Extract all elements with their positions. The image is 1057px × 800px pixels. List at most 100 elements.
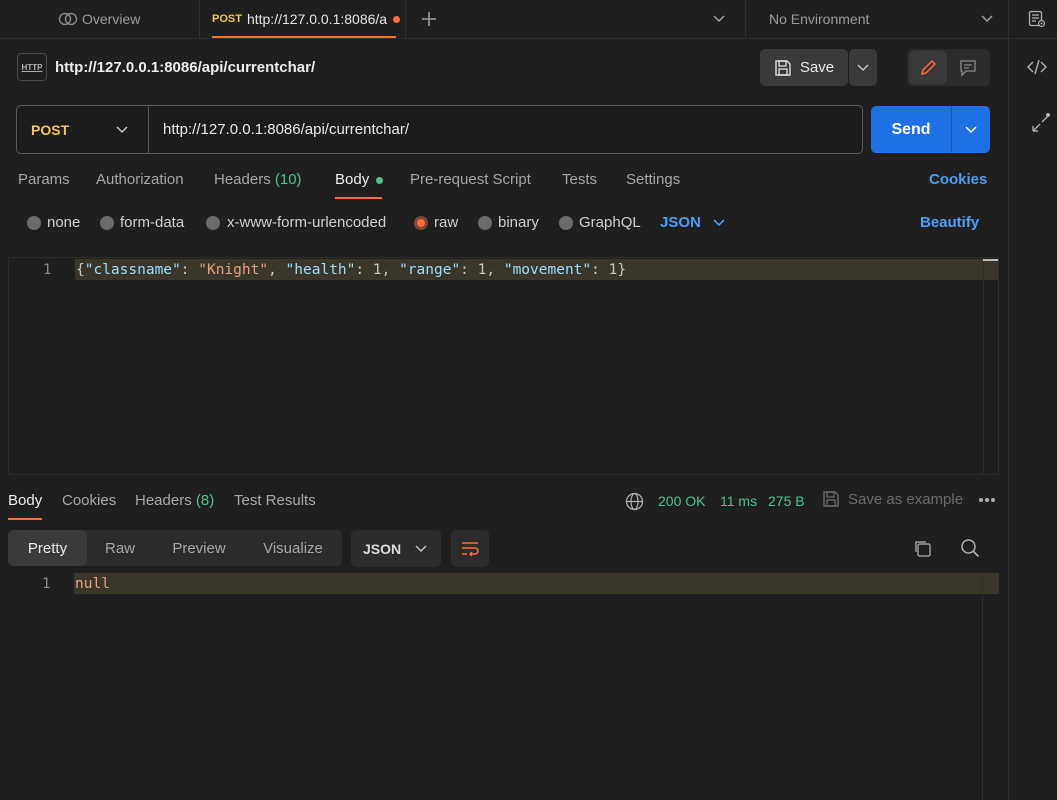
pencil-icon [919,59,937,77]
tab-authorization[interactable]: Authorization [96,171,184,188]
comments-button[interactable] [949,51,987,84]
view-visualize[interactable]: Visualize [245,530,341,566]
radio-none-label: none [47,214,81,231]
chevron-down-icon [981,15,993,23]
response-body-viewer[interactable]: 1 null [8,572,999,800]
radio-graphql-label: GraphQL [579,214,641,231]
cookies-link[interactable]: Cookies [929,171,987,188]
edit-mode-button[interactable] [909,51,947,84]
response-format-label: JSON [363,540,402,557]
tab-overview[interactable]: Overview [58,0,140,38]
search-icon[interactable] [960,538,980,558]
method-label: POST [31,121,70,138]
tab-body-label: Body [335,171,370,188]
http-request-icon: HTTP [17,53,47,81]
method-selector[interactable]: POST [17,106,149,153]
view-preview[interactable]: Preview [153,530,245,566]
overview-icon [58,12,78,26]
environment-eye-icon [1028,10,1046,28]
response-tab-cookies[interactable]: Cookies [62,492,116,509]
radio-raw[interactable] [414,216,428,230]
chevron-down-icon [713,218,725,227]
response-tab-body[interactable]: Body [8,492,42,509]
tab-headers-count: (10) [274,171,302,188]
radio-binary-label: binary [498,214,539,231]
comment-icon [959,59,977,77]
tabs-dropdown-button[interactable] [713,0,725,38]
send-button[interactable]: Send [871,106,951,153]
response-tab-test-results[interactable]: Test Results [234,492,316,509]
send-options-button[interactable] [952,106,990,153]
unsaved-dot-icon [393,15,401,23]
tab-body[interactable]: Body [335,171,384,188]
http-badge-label: HTTP [21,62,43,72]
tab-pre-request-script[interactable]: Pre-request Script [410,171,531,188]
new-tab-button[interactable] [421,0,437,38]
radio-urlencoded[interactable] [206,216,220,230]
related-collections-button[interactable] [1030,112,1052,134]
editor-scrollbar[interactable] [983,259,998,261]
save-as-example-button[interactable]: Save as example [822,490,963,508]
tab-settings[interactable]: Settings [626,171,680,188]
save-button[interactable]: Save [760,49,848,86]
code-line: {"classname": "Knight", "health": 1, "ra… [76,262,627,278]
environment-selector[interactable]: No Environment [769,0,997,38]
radio-none[interactable] [27,216,41,230]
line-number: 1 [42,576,51,592]
code-snippet-button[interactable] [1027,58,1047,76]
save-options-button[interactable] [849,49,877,86]
radio-form-data-label: form-data [120,214,185,231]
tab-divider [199,0,200,38]
response-headers-label: Headers [135,492,192,509]
json-key: "health" [285,262,356,278]
copy-icon[interactable] [913,539,932,558]
tab-headers[interactable]: Headers (10) [214,171,302,188]
body-tab-indicator [335,197,382,199]
chevron-down-icon [857,63,869,72]
json-number: 1 [477,262,487,278]
json-key: "movement" [503,262,592,278]
line-number: 1 [43,262,52,278]
radio-binary[interactable] [478,216,492,230]
code-icon [1027,58,1047,76]
radio-graphql[interactable] [559,216,573,230]
url-input[interactable]: http://127.0.0.1:8086/api/currentchar/ [163,121,409,138]
environment-quick-look-button[interactable] [1028,0,1046,38]
body-format-selector[interactable]: JSON [660,214,725,231]
response-time[interactable]: 11 ms [720,493,757,509]
request-body-editor[interactable]: 1 {"classname": "Knight", "health": 1, "… [8,257,999,475]
save-as-example-label: Save as example [848,490,964,508]
tab-divider [745,0,746,38]
tab-request-active[interactable]: POST http://127.0.0.1:8086/a [212,0,401,38]
beautify-link[interactable]: Beautify [920,214,979,231]
tab-tests[interactable]: Tests [562,171,597,188]
response-tab-headers[interactable]: Headers (8) [135,492,214,509]
active-tab-indicator [212,36,396,38]
wrap-lines-button[interactable] [451,530,489,567]
response-status[interactable]: 200 OK [658,493,705,509]
radio-urlencoded-label: x-www-form-urlencoded [227,214,387,231]
json-number: 1 [372,262,382,278]
tab-divider [1008,0,1009,38]
response-size[interactable]: 275 B [768,493,805,509]
response-format-selector[interactable]: JSON [351,530,441,567]
more-options-icon[interactable] [978,497,996,503]
tab-params[interactable]: Params [18,171,70,188]
view-pretty[interactable]: Pretty [8,530,87,566]
view-raw[interactable]: Raw [87,530,153,566]
right-rail-divider [1008,39,1009,800]
tab-divider [405,0,406,38]
active-line-highlight [74,573,999,594]
json-key: "range" [399,262,461,278]
json-key: "classname" [84,262,181,278]
edit-comment-toggle [907,49,990,86]
json-brace: { [76,262,85,278]
json-string: "Knight" [198,262,269,278]
request-title[interactable]: http://127.0.0.1:8086/api/currentchar/ [55,59,315,76]
tab-url: http://127.0.0.1:8086/a [246,11,388,27]
save-icon [774,59,792,77]
wrap-lines-icon [460,541,480,557]
tab-method: POST [212,13,242,25]
globe-icon[interactable] [625,492,644,511]
radio-form-data[interactable] [100,216,114,230]
